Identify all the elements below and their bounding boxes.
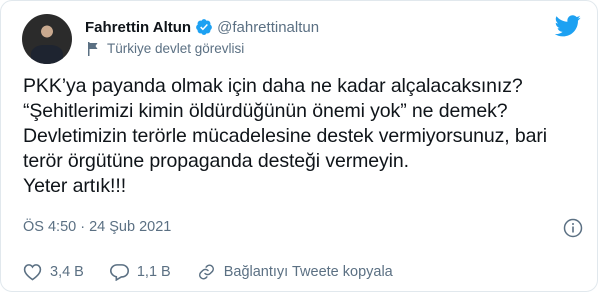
tweet-actions: 3,4 B 1,1 B Bağlantıyı Tweete kopyala (23, 263, 419, 281)
government-label: Türkiye devlet görevlisi (87, 41, 244, 56)
info-icon[interactable] (563, 218, 583, 243)
reply-count: 1,1 B (136, 264, 171, 280)
like-count: 3,4 B (50, 264, 84, 280)
author-handle[interactable]: @fahrettinaltun (217, 19, 319, 36)
reply-button[interactable]: 1,1 B (109, 263, 171, 281)
flag-icon (87, 41, 99, 56)
author-name[interactable]: Fahrettin Altun (85, 19, 191, 36)
government-label-text: Türkiye devlet görevlisi (107, 41, 245, 56)
tweet-line: Yeter artık!!! (23, 175, 127, 197)
link-icon (198, 264, 214, 280)
reply-icon (109, 264, 129, 281)
verified-badge-icon (195, 18, 213, 36)
tweet-timestamp[interactable]: ÖS 4:50 · 24 Şub 2021 (23, 219, 171, 235)
tweet-line: Devletimizin terörle mücadelesine destek… (23, 125, 547, 147)
avatar[interactable] (22, 14, 72, 64)
copy-link-label: Bağlantıyı Tweete kopyala (223, 264, 393, 280)
copy-link-button[interactable]: Bağlantıyı Tweete kopyala (197, 263, 393, 281)
tweet-line: “Şehitlerimizi kimin öldürdüğünün önemi … (23, 100, 508, 122)
twitter-bird-icon[interactable] (554, 15, 581, 42)
tweet-line: terör örgütüne propaganda desteği vermey… (23, 150, 409, 172)
tweet-text: PKK’ya payanda olmak için daha ne kadar … (23, 74, 583, 199)
tweet-line: PKK’ya payanda olmak için daha ne kadar … (23, 75, 523, 97)
heart-icon (23, 264, 42, 281)
tweet-card: Fahrettin Altun @fahrettinaltun Türkiye … (0, 0, 598, 292)
like-button[interactable]: 3,4 B (23, 263, 84, 281)
author-row: Fahrettin Altun @fahrettinaltun (85, 18, 319, 36)
